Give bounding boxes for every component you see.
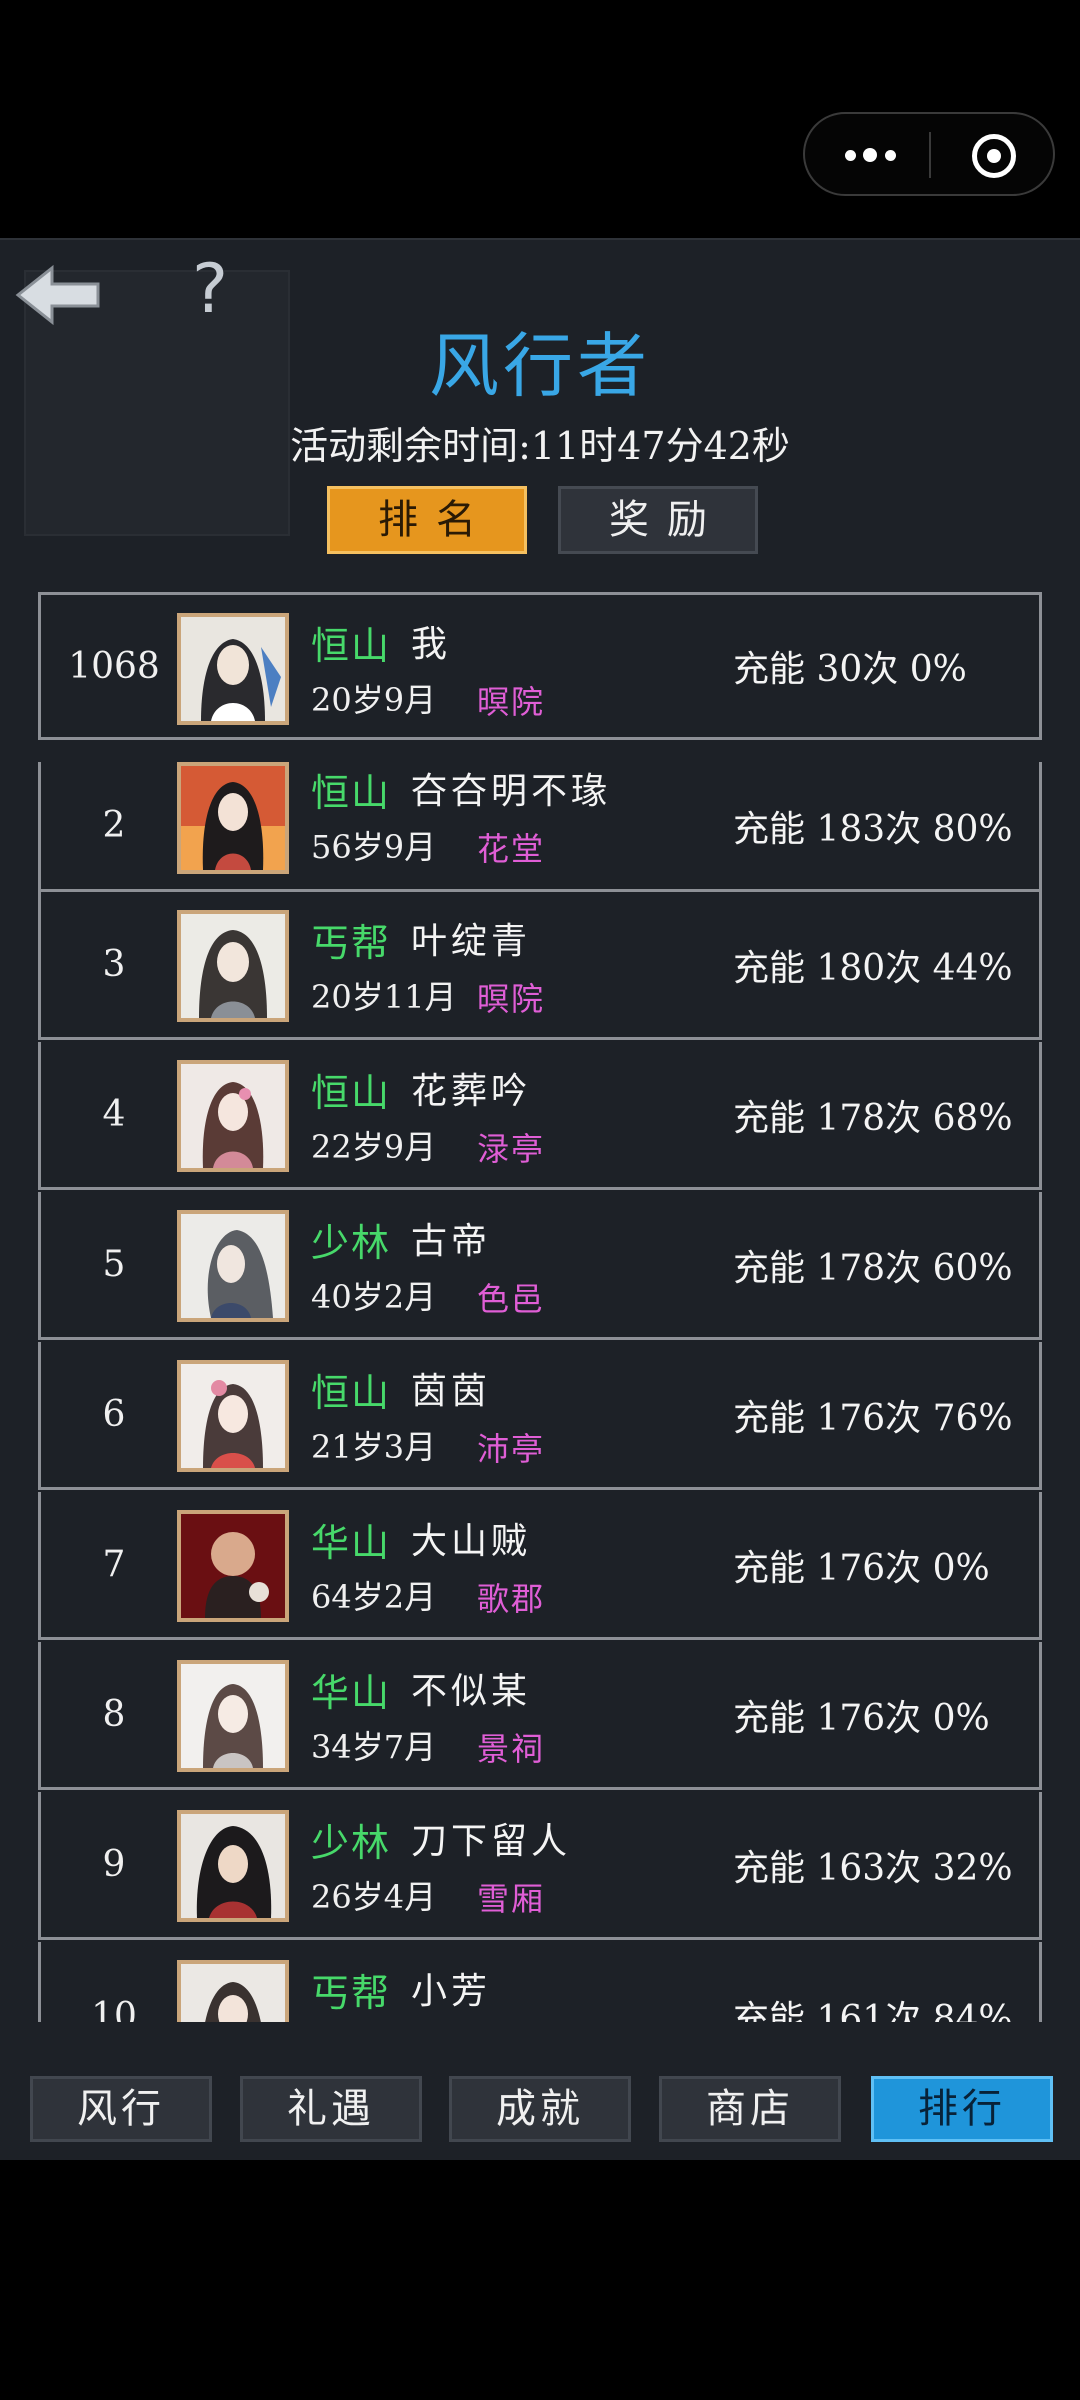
player-name: 茵茵 [411, 1371, 492, 1412]
miniprogram-capsule [803, 112, 1055, 196]
charge-stat: 充能 183次 80% [733, 808, 1013, 850]
player-location: 暝院 [477, 980, 546, 1018]
charge-stat: 充能 161次 84% [733, 1999, 1013, 2022]
rank-number: 8 [102, 1694, 126, 1735]
ranking-row[interactable]: 6 恒山 茵茵 21岁3月 沛亭 充能 176次 76% [38, 1342, 1042, 1490]
charge-stat: 充能 178次 68% [733, 1097, 1013, 1139]
player-age: 20岁9月 [311, 681, 437, 719]
charge-stat: 充能 30次 0% [733, 649, 967, 690]
sect-label: 恒山 [311, 624, 392, 668]
game-panel: ? 风行者 活动剩余时间:11时47分42秒 排名 奖励 1068 恒山 我 2… [0, 238, 1080, 2160]
rank-number: 5 [102, 1244, 126, 1285]
player-age: 40岁2月 [311, 1278, 437, 1316]
player-location: 景祠 [477, 1730, 546, 1768]
avatar [177, 762, 289, 874]
player-name: 小芳 [411, 1971, 492, 2012]
tab-ranking[interactable]: 排名 [327, 486, 527, 554]
sect-label: 恒山 [311, 771, 392, 815]
avatar [177, 1510, 289, 1622]
rank-number: 3 [102, 944, 126, 985]
avatar [177, 1660, 289, 1772]
ranking-row[interactable]: 7 华山 大山贼 64岁2月 歌郡 充能 176次 0% [38, 1492, 1042, 1640]
player-location: 沛亭 [477, 1430, 546, 1468]
player-location: 渌亭 [477, 1130, 546, 1168]
player-age: 56岁9月 [311, 828, 437, 866]
player-location: 歌郡 [477, 1580, 546, 1618]
sect-label: 丐帮 [311, 1971, 392, 2015]
sect-label: 华山 [311, 1521, 392, 1565]
rank-number: 6 [102, 1394, 126, 1435]
charge-stat: 充能 180次 44% [733, 947, 1013, 989]
nav-paihang[interactable]: 排行 [871, 2076, 1053, 2142]
rank-number: 10 [91, 1995, 137, 2023]
tab-reward[interactable]: 奖励 [558, 486, 758, 554]
player-age: 26岁4月 [311, 1878, 437, 1916]
player-age: 20岁11月 [311, 978, 457, 1016]
rank-number: 4 [102, 1094, 126, 1135]
charge-stat: 充能 176次 0% [733, 1547, 990, 1589]
player-name: 刀下留人 [411, 1821, 572, 1862]
rank-number: 9 [102, 1844, 126, 1885]
nav-fengxing[interactable]: 风行 [30, 2076, 212, 2142]
rank-number: 2 [102, 805, 126, 846]
ranking-row[interactable]: 2 恒山 夻夻明不瑑 56岁9月 花堂 充能 183次 80% [38, 762, 1042, 892]
player-age: 22岁9月 [311, 1128, 437, 1166]
charge-stat: 充能 163次 32% [733, 1847, 1013, 1889]
rank-number: 1068 [68, 645, 160, 687]
sect-label: 华山 [311, 1671, 392, 1715]
avatar [177, 910, 289, 1022]
sect-label: 恒山 [311, 1071, 392, 1115]
player-name: 夻夻明不瑑 [411, 771, 612, 812]
page-title: 风行者 [429, 325, 651, 407]
ranking-row[interactable]: 4 恒山 花葬吟 22岁9月 渌亭 充能 178次 68% [38, 1042, 1042, 1190]
ranking-row[interactable]: 5 少林 古帝 40岁2月 色邑 充能 178次 60% [38, 1192, 1042, 1340]
capsule-divider [929, 132, 931, 178]
player-location: 花堂 [477, 830, 546, 868]
nav-liyu[interactable]: 礼遇 [240, 2076, 422, 2142]
charge-stat: 充能 178次 60% [733, 1247, 1013, 1289]
ranking-row[interactable]: 3 丐帮 叶绽青 20岁11月 暝院 充能 180次 44% [38, 892, 1042, 1040]
player-age: 21岁3月 [311, 1428, 437, 1466]
avatar [177, 1210, 289, 1322]
sect-label: 少林 [311, 1821, 392, 1865]
charge-stat: 充能 176次 0% [733, 1697, 990, 1739]
player-name: 不似某 [411, 1671, 532, 1712]
avatar [177, 613, 289, 725]
my-ranking-row[interactable]: 1068 恒山 我 20岁9月 暝院 充能 30次 0% [38, 592, 1042, 740]
player-location: 雪厢 [477, 1880, 546, 1918]
avatar [177, 1810, 289, 1922]
player-name: 花葬吟 [411, 1071, 532, 1112]
player-age: 34岁7月 [311, 1728, 437, 1766]
player-name: 我 [411, 624, 452, 665]
nav-chengjiu[interactable]: 成就 [449, 2076, 631, 2142]
ranking-row[interactable]: 8 华山 不似某 34岁7月 景祠 充能 176次 0% [38, 1642, 1042, 1790]
player-age: 64岁2月 [311, 1578, 437, 1616]
nav-shangdian[interactable]: 商店 [659, 2076, 841, 2142]
avatar [177, 1960, 289, 2022]
player-name: 古帝 [411, 1221, 492, 1262]
player-name: 大山贼 [411, 1521, 532, 1562]
player-location: 色邑 [477, 1280, 546, 1318]
player-location: 暝院 [477, 683, 546, 721]
sect-label: 丐帮 [311, 921, 392, 965]
ranking-row[interactable]: 9 少林 刀下留人 26岁4月 雪厢 充能 163次 32% [38, 1792, 1042, 1940]
event-timer: 活动剩余时间:11时47分42秒 [290, 424, 790, 468]
avatar [177, 1360, 289, 1472]
sect-label: 少林 [311, 1221, 392, 1265]
rank-number: 7 [102, 1544, 126, 1585]
avatar [177, 1060, 289, 1172]
ranking-row[interactable]: 10 丐帮 小芳 充能 161次 84% [38, 1942, 1042, 2022]
player-name: 叶绽青 [411, 921, 532, 962]
charge-stat: 充能 176次 76% [733, 1397, 1013, 1439]
sect-label: 恒山 [311, 1371, 392, 1415]
target-icon[interactable] [972, 134, 1016, 178]
